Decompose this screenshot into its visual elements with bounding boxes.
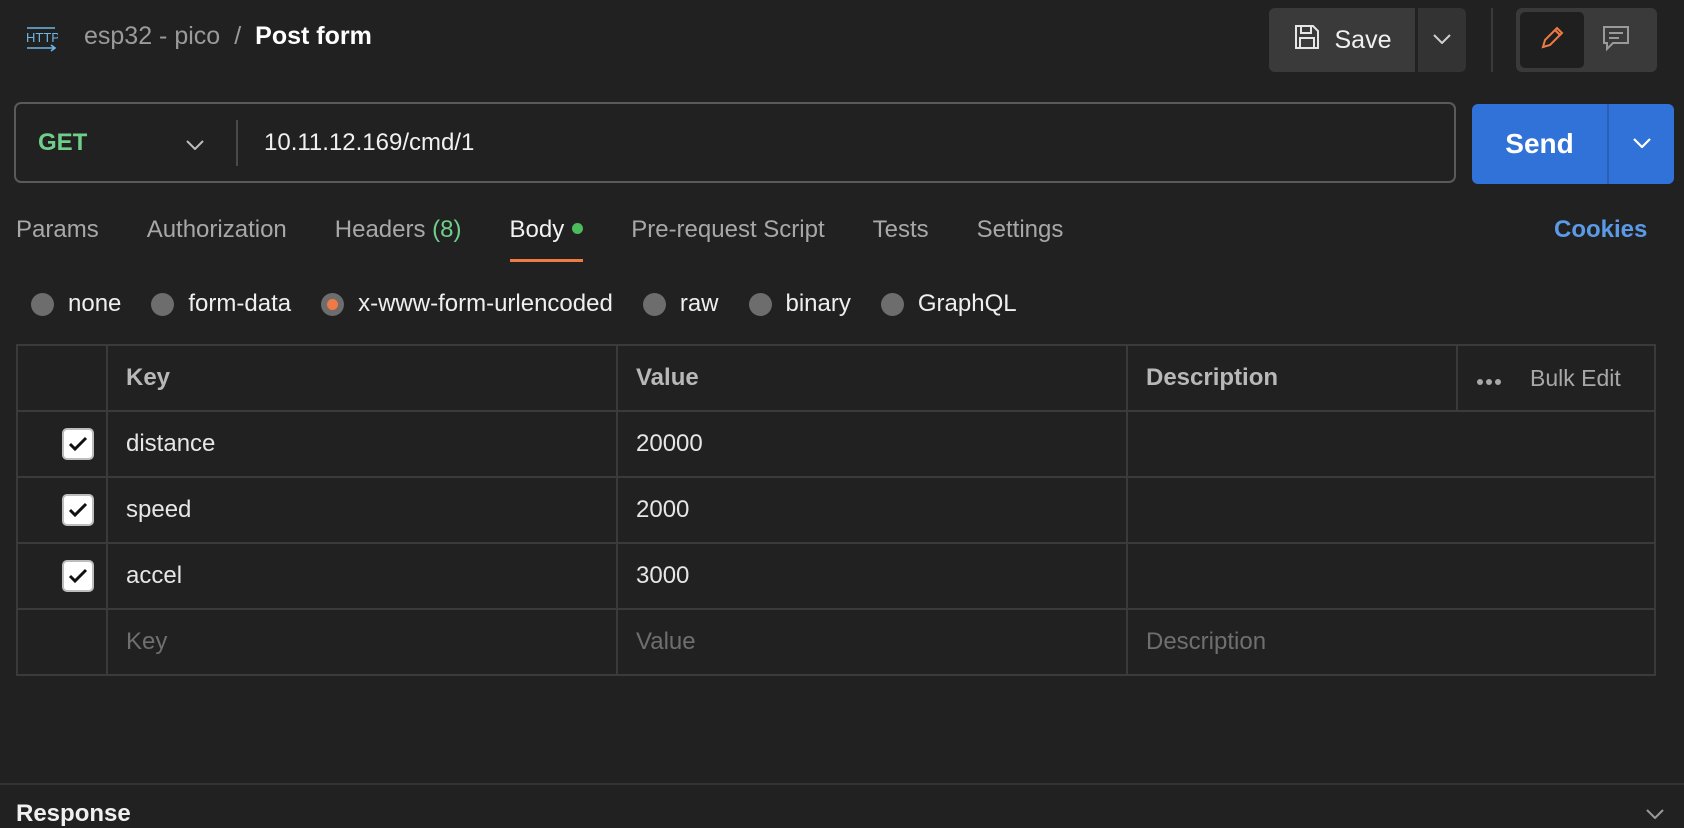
chevron-down-icon [186, 129, 204, 157]
mode-toggle [1516, 8, 1657, 72]
body-indicator-dot [572, 223, 584, 235]
description-cell[interactable] [1128, 412, 1654, 476]
table-row: distance 20000 [18, 412, 1654, 478]
breadcrumb-separator: / [234, 22, 242, 50]
send-group: Send [1472, 104, 1674, 184]
radio-circle [321, 292, 345, 316]
table-row: speed 2000 [18, 478, 1654, 544]
radio-none[interactable]: none [31, 290, 121, 318]
radio-circle [642, 292, 666, 316]
radio-form-data[interactable]: form-data [151, 290, 291, 318]
form-params-table: Key Value Description Bulk Edit distance… [16, 344, 1656, 676]
breadcrumb: esp32 - pico / Post form [84, 22, 372, 51]
radio-raw[interactable]: raw [642, 290, 719, 318]
chevron-down-icon [1632, 135, 1651, 153]
bulk-edit-cell: Bulk Edit [1458, 346, 1654, 410]
more-options-icon[interactable] [1476, 365, 1502, 392]
radio-x-www-form-urlencoded[interactable]: x-www-form-urlencoded [321, 290, 613, 318]
method-label: GET [38, 128, 88, 156]
save-button[interactable]: Save [1269, 8, 1415, 72]
description-cell[interactable] [1128, 478, 1654, 542]
save-options-button[interactable] [1418, 8, 1466, 72]
comments-button[interactable] [1584, 12, 1648, 68]
tab-params[interactable]: Params [16, 216, 99, 262]
new-description-input[interactable]: Description [1128, 610, 1654, 674]
headers-count: (8) [432, 216, 462, 243]
row-enabled-checkbox[interactable] [62, 494, 94, 526]
response-divider [0, 783, 1684, 785]
tab-settings[interactable]: Settings [977, 216, 1064, 262]
tab-authorization[interactable]: Authorization [147, 216, 287, 262]
description-cell[interactable] [1128, 544, 1654, 608]
row-enabled-checkbox[interactable] [62, 428, 94, 460]
breadcrumb-collection[interactable]: esp32 - pico [84, 22, 220, 50]
edit-mode-button[interactable] [1520, 12, 1584, 68]
save-icon [1293, 23, 1321, 58]
radio-circle [31, 292, 54, 316]
value-cell[interactable]: 3000 [618, 544, 1128, 608]
header-check-cell [18, 346, 108, 410]
save-group: Save [1269, 8, 1466, 72]
response-section-title[interactable]: Response [16, 800, 131, 828]
row-check-cell [18, 478, 108, 542]
column-header-description: Description [1128, 346, 1458, 410]
url-bar: GET 10.11.12.169/cmd/1 [14, 102, 1456, 183]
radio-circle [748, 292, 772, 316]
value-cell[interactable]: 2000 [618, 478, 1128, 542]
tab-pre-request-script[interactable]: Pre-request Script [631, 216, 824, 262]
svg-text:HTTP: HTTP [26, 30, 58, 45]
url-input[interactable]: 10.11.12.169/cmd/1 [264, 129, 474, 157]
tab-headers[interactable]: Headers (8) [335, 216, 462, 262]
row-check-cell [18, 412, 108, 476]
send-button[interactable]: Send [1472, 104, 1607, 184]
comment-icon [1601, 24, 1631, 57]
body-type-radios: none form-data x-www-form-urlencoded raw… [31, 290, 1047, 318]
column-header-value: Value [618, 346, 1128, 410]
send-options-button[interactable] [1607, 104, 1674, 184]
key-cell[interactable]: distance [108, 412, 618, 476]
tab-tests[interactable]: Tests [873, 216, 929, 262]
new-value-input[interactable]: Value [618, 610, 1128, 674]
table-header-row: Key Value Description Bulk Edit [18, 346, 1654, 412]
method-select[interactable]: GET [16, 104, 236, 181]
radio-graphql[interactable]: GraphQL [880, 290, 1017, 318]
request-tabs: Params Authorization Headers (8) Body Pr… [16, 216, 1111, 262]
key-cell[interactable]: accel [108, 544, 618, 608]
radio-circle [880, 292, 904, 316]
new-key-input[interactable]: Key [108, 610, 618, 674]
row-enabled-checkbox[interactable] [62, 560, 94, 592]
row-check-cell [18, 544, 108, 608]
request-name[interactable]: Post form [255, 22, 372, 50]
column-header-key: Key [108, 346, 618, 410]
save-label: Save [1334, 25, 1392, 54]
tab-body[interactable]: Body [509, 216, 584, 262]
chevron-down-icon [1433, 31, 1451, 49]
value-cell[interactable]: 20000 [618, 412, 1128, 476]
toolbar-divider [1491, 8, 1493, 72]
http-icon: HTTP [24, 25, 60, 60]
key-cell[interactable]: speed [108, 478, 618, 542]
url-separator [236, 119, 238, 166]
row-check-cell [18, 610, 108, 674]
bulk-edit-button[interactable]: Bulk Edit [1530, 365, 1621, 392]
pencil-icon [1538, 24, 1566, 57]
radio-binary[interactable]: binary [748, 290, 851, 318]
radio-circle [151, 292, 175, 316]
cookies-link[interactable]: Cookies [1554, 216, 1647, 244]
chevron-down-icon[interactable] [1646, 806, 1664, 824]
table-row: accel 3000 [18, 544, 1654, 610]
table-row-new: Key Value Description [18, 610, 1654, 674]
